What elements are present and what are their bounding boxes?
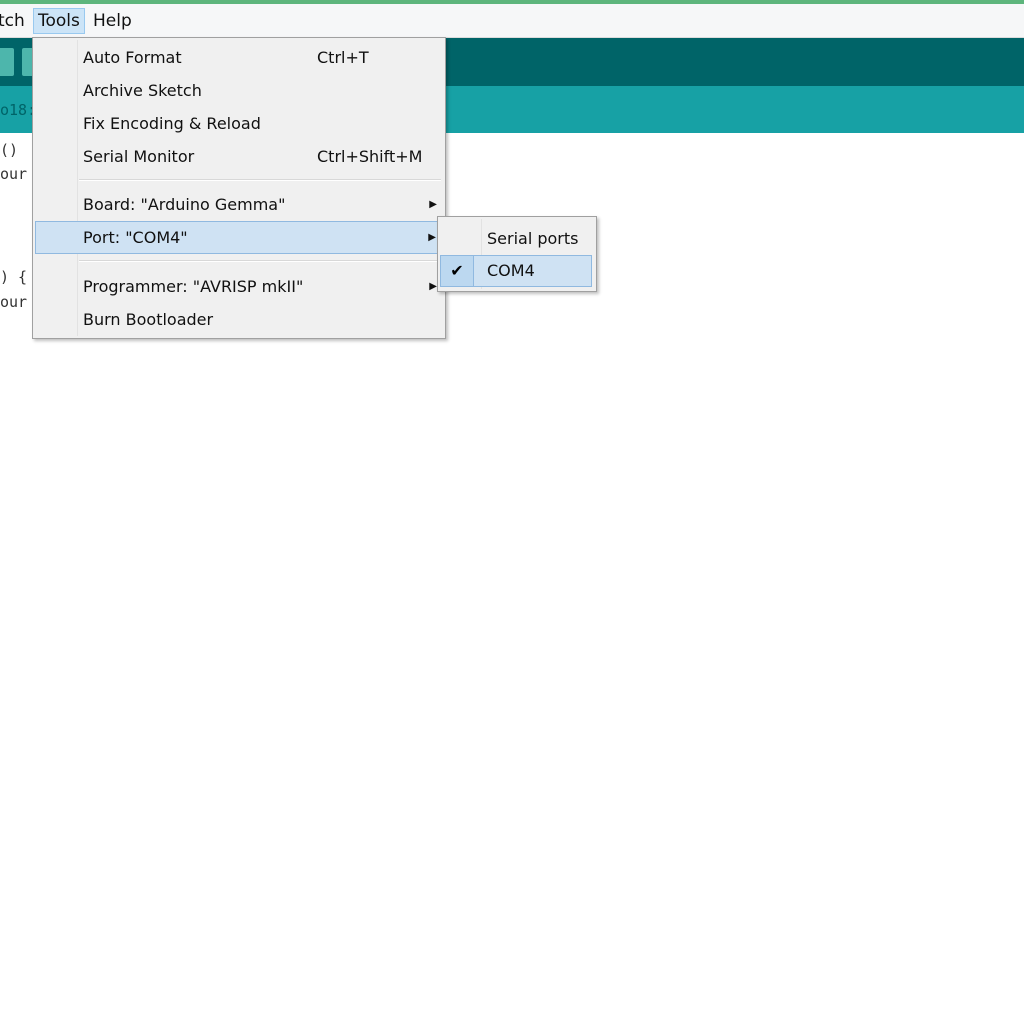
submenu-header-serial-ports: Serial ports <box>487 229 579 248</box>
menu-bar: tch Tools Help <box>0 4 1024 38</box>
menu-item-board[interactable]: Board: "Arduino Gemma" ▶ <box>35 189 441 220</box>
menu-item-archive-sketch[interactable]: Archive Sketch <box>35 75 441 106</box>
code-line: our <box>0 165 28 183</box>
label: Board: "Arduino Gemma" <box>83 195 286 214</box>
code-line: our <box>0 293 28 311</box>
menu-item-auto-format[interactable]: Auto Format Ctrl+T <box>35 42 441 73</box>
label: COM4 <box>487 261 535 280</box>
menu-item-burn-bootloader[interactable]: Burn Bootloader <box>35 304 441 335</box>
label: Programmer: "AVRISP mkII" <box>83 277 304 296</box>
open-button[interactable] <box>0 48 14 76</box>
menu-separator <box>79 260 441 262</box>
label: Burn Bootloader <box>83 310 214 329</box>
menu-tools[interactable]: Tools <box>33 8 85 34</box>
sketch-tab-label[interactable]: o18: <box>0 101 36 119</box>
label: Auto Format <box>83 48 182 67</box>
menu-help[interactable]: Help <box>89 9 136 33</box>
submenu-item-com4[interactable]: ✔ COM4 <box>440 255 592 287</box>
check-icon: ✔ <box>441 256 474 286</box>
label: Archive Sketch <box>83 81 202 100</box>
label: Serial Monitor <box>83 147 195 166</box>
code-line: () <box>0 141 19 159</box>
menu-item-fix-encoding[interactable]: Fix Encoding & Reload <box>35 108 441 139</box>
port-submenu: Serial ports ✔ COM4 <box>437 216 597 292</box>
tools-menu: Auto Format Ctrl+T Archive Sketch Fix Enc… <box>32 37 446 339</box>
menu-separator <box>79 179 441 181</box>
shortcut: Ctrl+T <box>317 48 369 67</box>
submenu-arrow-icon: ▶ <box>429 199 437 210</box>
menu-item-port[interactable]: Port: "COM4" ▶ <box>35 221 441 254</box>
shortcut: Ctrl+Shift+M <box>317 147 423 166</box>
label: Port: "COM4" <box>83 228 188 247</box>
submenu-arrow-icon: ▶ <box>429 281 437 292</box>
code-line: ) { <box>0 268 28 286</box>
menu-item-serial-monitor[interactable]: Serial Monitor Ctrl+Shift+M <box>35 141 441 172</box>
submenu-arrow-icon: ▶ <box>428 232 436 243</box>
menu-sketch[interactable]: tch <box>0 9 29 33</box>
menu-item-programmer[interactable]: Programmer: "AVRISP mkII" ▶ <box>35 271 441 302</box>
label: Fix Encoding & Reload <box>83 114 261 133</box>
